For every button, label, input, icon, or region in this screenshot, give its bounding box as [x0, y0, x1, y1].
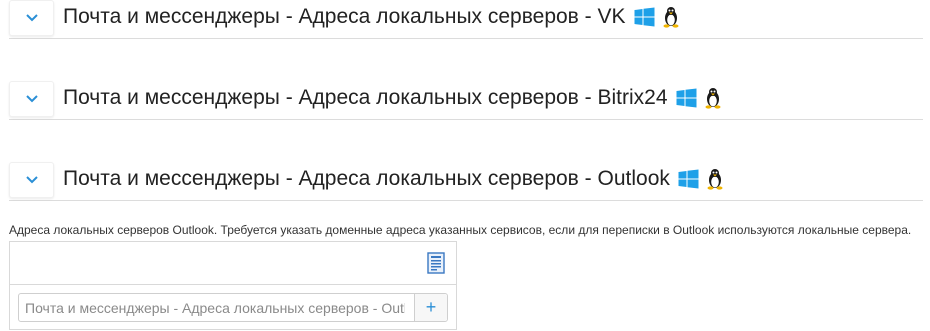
section-bitrix24: Почта и мессенджеры - Адреса локальных с… — [9, 81, 923, 120]
linux-icon — [707, 169, 723, 190]
windows-icon — [634, 7, 655, 27]
windows-icon — [678, 169, 699, 189]
section-vk: Почта и мессенджеры - Адреса локальных с… — [9, 0, 923, 39]
server-list-panel: + — [9, 241, 457, 330]
section-outlook: Почта и мессенджеры - Адреса локальных с… — [9, 162, 923, 201]
server-address-field: + — [18, 293, 448, 322]
divider — [10, 284, 456, 285]
section-title-text: Почта и мессенджеры - Адреса локальных с… — [63, 5, 626, 28]
section-title: Почта и мессенджеры - Адреса локальных с… — [63, 3, 680, 31]
chevron-down-icon — [25, 176, 38, 184]
section-description: Адреса локальных серверов Outlook. Требу… — [9, 223, 912, 237]
plus-icon: + — [425, 297, 437, 317]
section-title: Почта и мессенджеры - Адреса локальных с… — [63, 84, 722, 112]
expand-toggle-vk[interactable] — [9, 0, 54, 36]
linux-icon — [663, 7, 679, 28]
server-address-input[interactable] — [19, 294, 405, 321]
section-title: Почта и мессенджеры - Адреса локальных с… — [63, 165, 724, 193]
chevron-down-icon — [25, 95, 38, 103]
section-title-text: Почта и мессенджеры - Адреса локальных с… — [63, 86, 668, 109]
document-icon[interactable] — [427, 252, 445, 274]
linux-icon — [705, 88, 721, 109]
expand-toggle-outlook[interactable] — [9, 162, 54, 198]
expand-toggle-bitrix24[interactable] — [9, 81, 54, 117]
section-title-text: Почта и мессенджеры - Адреса локальных с… — [63, 167, 670, 190]
add-button[interactable]: + — [414, 294, 447, 321]
chevron-down-icon — [25, 14, 38, 22]
windows-icon — [676, 88, 697, 108]
